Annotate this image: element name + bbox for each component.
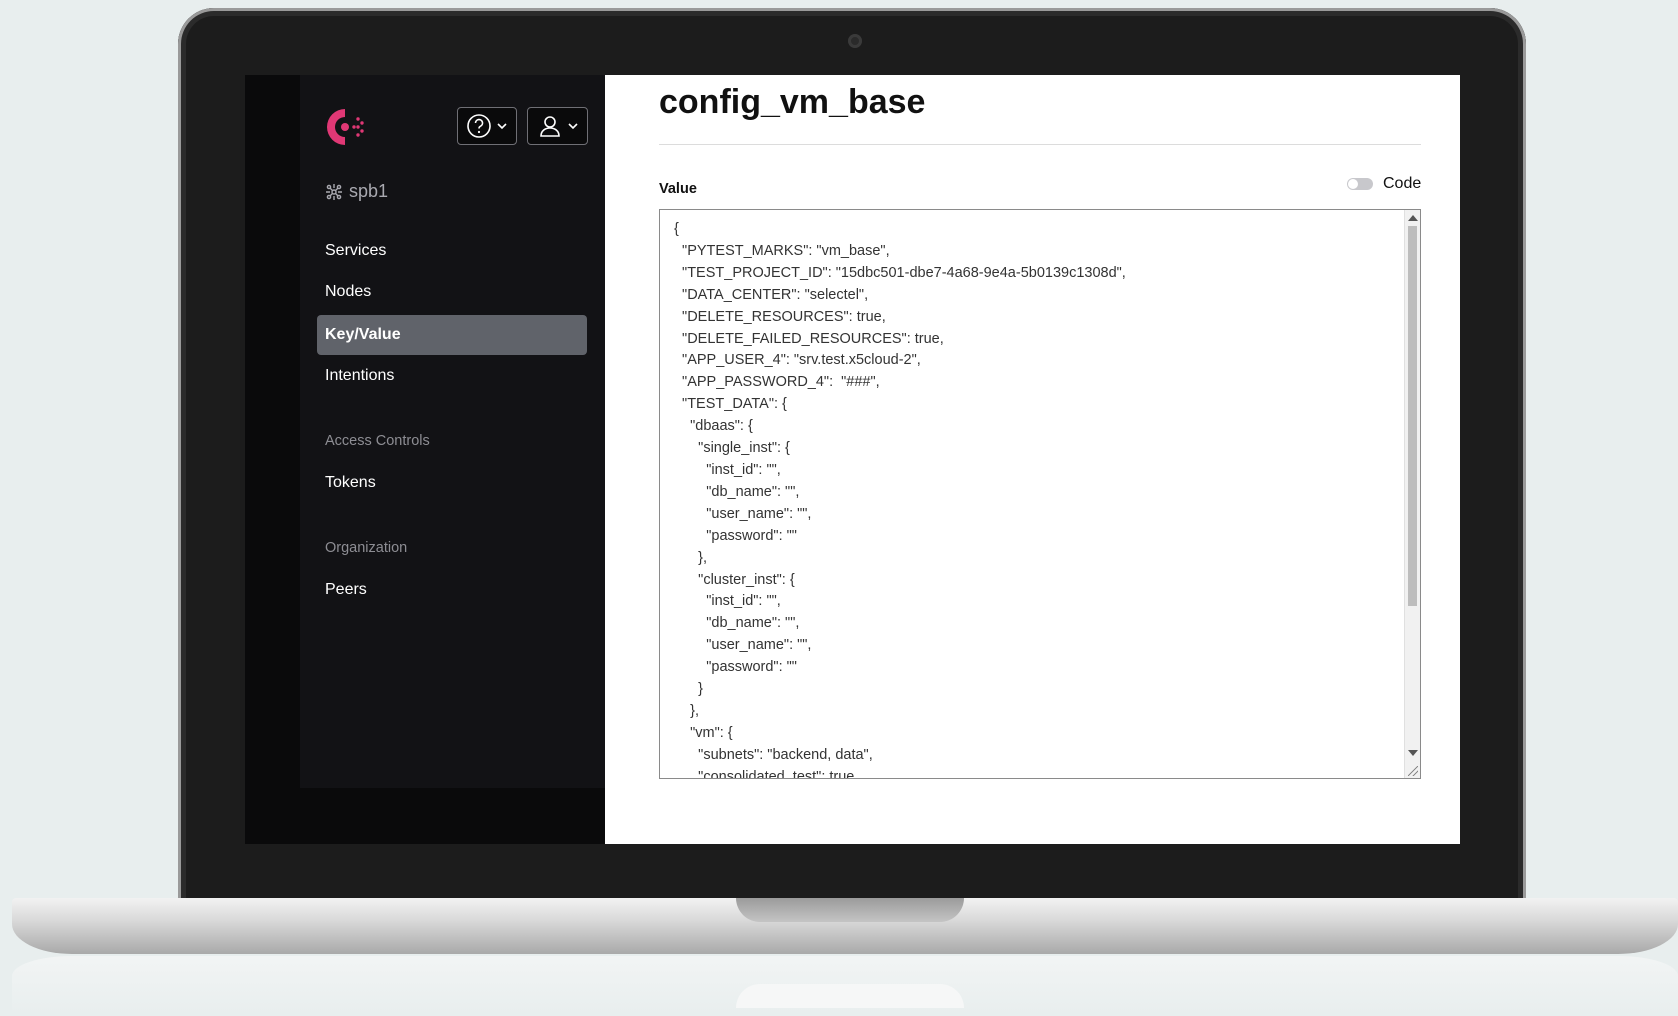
sidebar: spb1 Services Nodes Key/Value Intentions… [245, 75, 605, 844]
user-icon [539, 116, 560, 137]
chevron-down-icon [567, 123, 578, 130]
datacenter-selector[interactable]: spb1 [325, 181, 388, 202]
sidebar-item-label: Key/Value [325, 326, 401, 343]
sidebar-item-tokens[interactable]: Tokens [317, 463, 587, 503]
code-toggle[interactable]: Code [1347, 175, 1421, 193]
chevron-down-icon [497, 123, 507, 130]
user-menu-button[interactable] [527, 107, 588, 145]
code-toggle-label: Code [1383, 175, 1422, 192]
value-text[interactable]: { "PYTEST_MARKS": "vm_base", "TEST_PROJE… [660, 210, 1420, 778]
sidebar-item-services[interactable]: Services [317, 231, 587, 271]
toggle-switch[interactable] [1347, 178, 1373, 190]
scrollbar-thumb[interactable] [1408, 226, 1417, 606]
app-screen: spb1 Services Nodes Key/Value Intentions… [245, 75, 1460, 844]
datacenter-name: spb1 [349, 181, 389, 201]
sidebar-item-nodes[interactable]: Nodes [317, 272, 587, 312]
access-controls-heading: Access Controls [325, 433, 430, 449]
scroll-down-icon[interactable] [1408, 750, 1418, 756]
divider [659, 144, 1421, 145]
organization-heading: Organization [325, 540, 408, 556]
sidebar-item-peers[interactable]: Peers [317, 570, 587, 610]
help-menu-button[interactable] [457, 107, 517, 145]
help-icon [467, 114, 491, 138]
consul-logo-icon[interactable] [323, 105, 367, 149]
value-textarea[interactable]: { "PYTEST_MARKS": "vm_base", "TEST_PROJE… [659, 209, 1421, 779]
laptop-reflection-notch [736, 984, 964, 1008]
main-content: config_vm_base Value Code { "PYTEST_MARK… [605, 75, 1460, 844]
camera-icon [848, 34, 862, 48]
scroll-up-icon[interactable] [1408, 215, 1418, 221]
sidebar-item-label: Tokens [325, 474, 376, 491]
sidebar-item-label: Nodes [325, 283, 372, 300]
value-label: Value [659, 181, 697, 197]
sidebar-item-label: Peers [325, 581, 367, 598]
sidebar-item-label: Services [325, 242, 387, 259]
datacenter-icon [326, 183, 342, 200]
sidebar-item-key-value[interactable]: Key/Value [317, 315, 587, 355]
editor-scrollbar[interactable] [1404, 210, 1420, 778]
laptop-notch [736, 898, 964, 922]
page-title: config_vm_base [659, 83, 926, 121]
sidebar-item-label: Intentions [325, 367, 395, 384]
sidebar-item-intentions[interactable]: Intentions [317, 356, 587, 396]
resize-handle-icon[interactable] [1408, 766, 1418, 776]
